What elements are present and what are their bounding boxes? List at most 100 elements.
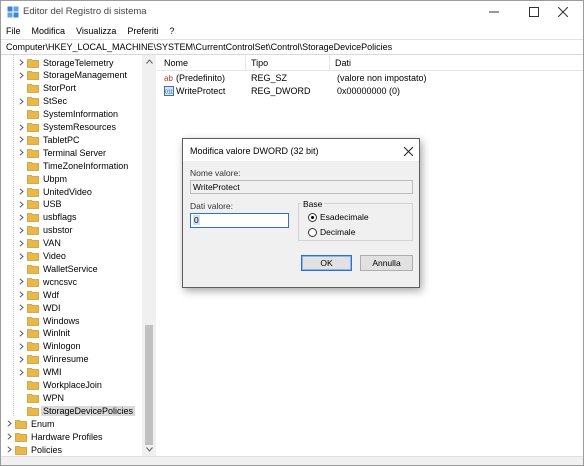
folder-icon — [27, 328, 39, 339]
radio-selected-icon[interactable] — [308, 212, 317, 222]
tree-item-label: wcncsvc — [43, 276, 78, 287]
folder-icon — [27, 122, 39, 132]
title-bar: Editor del Registro di sistema — [1, 1, 583, 23]
tree-item[interactable]: VAN — [17, 237, 63, 250]
minimize-icon — [489, 11, 499, 13]
tree-item[interactable]: usbflags — [17, 211, 79, 224]
tree-item[interactable]: WalletService — [17, 262, 100, 275]
tree-item-label: TabletPC — [43, 134, 80, 145]
tree-item[interactable]: Wdf — [17, 288, 61, 301]
chevron-right-icon[interactable] — [17, 56, 25, 69]
regedit-window: Editor del Registro di sistema File Modi… — [0, 0, 584, 466]
tree-item[interactable]: Winlnit — [17, 327, 72, 340]
column-tipo[interactable]: Tipo — [251, 58, 268, 68]
folder-icon — [27, 109, 39, 119]
scroll-down-icon[interactable] — [142, 443, 156, 455]
tree-item[interactable]: WMI — [17, 366, 64, 379]
tree-item[interactable]: Enum — [5, 417, 57, 430]
address-bar[interactable]: Computer\HKEY_LOCAL_MACHINE\SYSTEM\Curre… — [1, 39, 583, 55]
tree-item[interactable]: UnitedVideo — [17, 185, 94, 198]
dialog-close-button[interactable] — [401, 144, 415, 158]
chevron-right-icon[interactable] — [17, 185, 25, 198]
chevron-right-icon[interactable] — [17, 366, 25, 379]
tree-item[interactable]: USB — [17, 198, 64, 211]
value-name: WriteProtect — [176, 86, 226, 96]
column-divider[interactable] — [329, 55, 330, 71]
column-divider[interactable] — [245, 55, 246, 71]
close-button[interactable] — [543, 1, 583, 23]
tree-item[interactable]: wcncsvc — [17, 275, 79, 288]
tree-item[interactable]: Video — [17, 250, 68, 263]
folder-icon — [27, 264, 39, 274]
chevron-right-icon[interactable] — [17, 288, 25, 301]
tree-item[interactable]: TabletPC — [17, 133, 82, 146]
chevron-right-icon[interactable] — [17, 211, 25, 224]
chevron-right-icon[interactable] — [17, 198, 25, 211]
chevron-right-icon[interactable] — [17, 353, 25, 366]
chevron-right-icon[interactable] — [17, 340, 25, 353]
horizontal-scrollbar[interactable] — [1, 456, 583, 465]
radio-unselected-icon[interactable] — [308, 227, 317, 237]
tree-item[interactable]: WPN — [17, 391, 66, 404]
list-header: Nome Tipo Dati — [157, 55, 583, 71]
tree-item[interactable]: SystemInformation — [17, 108, 120, 121]
menu-file[interactable]: File — [6, 26, 21, 36]
tree-item-label: StSec — [43, 96, 68, 107]
tree-item-label: Enum — [31, 418, 55, 429]
tree-item[interactable]: StorageTelemetry — [17, 56, 116, 69]
tree-item[interactable]: StorageManagement — [17, 69, 129, 82]
tree-item[interactable]: StorageDevicePolicies — [17, 404, 136, 417]
chevron-right-icon[interactable] — [5, 430, 13, 443]
radio-decimal[interactable]: Decimale — [308, 227, 355, 237]
chevron-right-icon[interactable] — [17, 121, 25, 134]
tree-item[interactable]: StSec — [17, 95, 69, 108]
ok-button[interactable]: OK — [301, 255, 352, 271]
column-nome[interactable]: Nome — [164, 58, 188, 68]
chevron-right-icon[interactable] — [5, 443, 13, 456]
chevron-right-icon[interactable] — [17, 301, 25, 314]
chevron-right-icon[interactable] — [17, 69, 25, 82]
tree-item[interactable]: WDI — [17, 301, 63, 314]
list-row[interactable]: 011 WriteProtect REG_DWORD 0x00000000 (0… — [157, 85, 583, 98]
tree-item[interactable]: Winresume — [17, 353, 91, 366]
chevron-right-icon[interactable] — [17, 327, 25, 340]
chevron-right-icon[interactable] — [17, 275, 25, 288]
chevron-right-icon[interactable] — [17, 250, 25, 263]
tree-item[interactable]: Terminal Server — [17, 146, 108, 159]
menu-preferiti[interactable]: Preferiti — [127, 26, 158, 36]
menu-visualizza[interactable]: Visualizza — [76, 26, 116, 36]
dword-value-icon: 011 — [164, 86, 174, 96]
tree-item[interactable]: WorkplaceJoin — [17, 379, 104, 392]
minimize-button[interactable] — [474, 1, 514, 23]
tree-item[interactable]: StorPort — [17, 82, 78, 95]
tree-scroll-thumb[interactable] — [145, 325, 153, 445]
tree-item[interactable]: Hardware Profiles — [5, 430, 105, 443]
radio-hexadecimal[interactable]: Esadecimale — [308, 212, 369, 222]
menu-modifica[interactable]: Modifica — [32, 26, 66, 36]
tree-item-label: SystemResources — [43, 122, 117, 132]
tree-item-label: Wdf — [43, 289, 60, 300]
tree-item[interactable]: Ubpm — [17, 172, 69, 185]
tree-item[interactable]: SystemResources — [17, 121, 118, 134]
menu-help[interactable]: ? — [169, 26, 174, 36]
tree-item[interactable]: Policies — [5, 443, 64, 456]
cancel-button[interactable]: Annulla — [360, 255, 413, 271]
chevron-right-icon[interactable] — [5, 417, 13, 430]
list-row[interactable]: ab (Predefinito) REG_SZ (valore non impo… — [157, 72, 583, 85]
chevron-right-icon[interactable] — [17, 133, 25, 146]
tree-scrollbar[interactable] — [142, 55, 156, 457]
tree-item[interactable]: TimeZoneInformation — [17, 159, 130, 172]
tree-item[interactable]: Winlogon — [17, 340, 83, 353]
value-data-input[interactable]: 0 — [190, 213, 289, 228]
window-title: Editor del Registro di sistema — [23, 6, 147, 17]
tree-item[interactable]: Windows — [17, 314, 82, 327]
chevron-right-icon[interactable] — [17, 237, 25, 250]
chevron-right-icon[interactable] — [17, 146, 25, 159]
chevron-right-icon[interactable] — [17, 224, 25, 237]
column-dati[interactable]: Dati — [335, 58, 351, 68]
scroll-up-icon[interactable] — [142, 55, 156, 67]
tree-item[interactable]: usbstor — [17, 224, 75, 237]
chevron-right-icon[interactable] — [17, 95, 25, 108]
